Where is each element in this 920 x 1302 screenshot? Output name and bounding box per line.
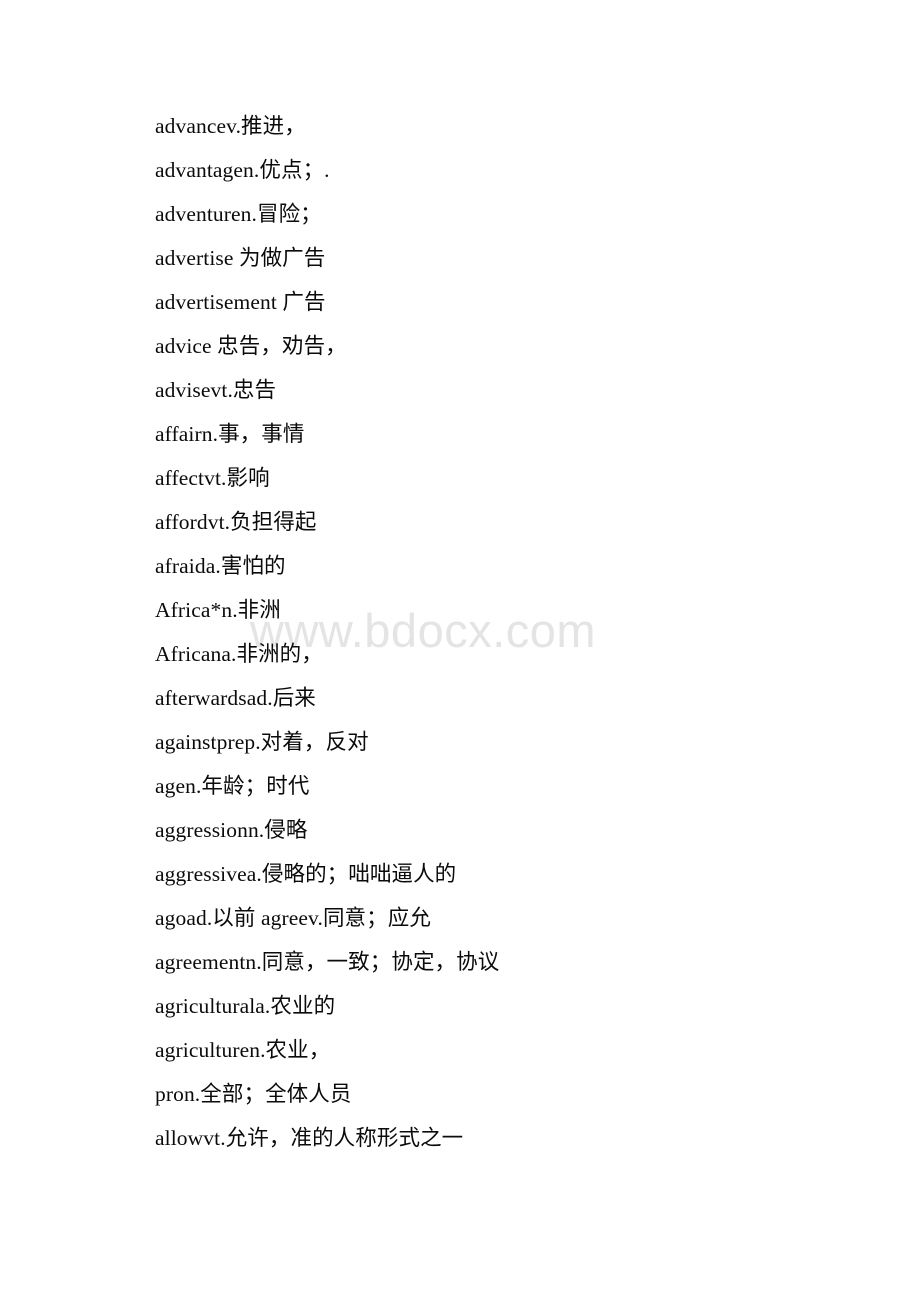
list-item: Africa*n.非洲 (155, 598, 281, 622)
list-item: advertisement 广告 (155, 290, 326, 314)
list-item: affordvt.负担得起 (155, 510, 317, 534)
list-item: agoad.以前 agreev.同意；应允 (155, 906, 431, 930)
list-item: aggressionn.侵略 (155, 818, 308, 842)
list-item: advisevt.忠告 (155, 378, 277, 402)
list-item: agriculturala.农业的 (155, 994, 336, 1018)
list-item: allowvt.允许，准的人称形式之一 (155, 1126, 464, 1150)
list-item: advice 忠告，劝告， (155, 334, 347, 358)
list-item: Africana.非洲的， (155, 642, 323, 666)
list-item: advancev.推进， (155, 114, 306, 138)
list-item: affectvt.影响 (155, 466, 270, 490)
list-item: afterwardsad.后来 (155, 686, 316, 710)
list-item: adventuren.冒险； (155, 202, 322, 226)
list-item: advertise 为做广告 (155, 246, 326, 270)
list-item: agriculturen.农业， (155, 1038, 331, 1062)
list-item: advantagen.优点；. (155, 158, 330, 182)
vocabulary-list: advancev.推进， advantagen.优点；. adventuren.… (0, 0, 920, 1160)
list-item: aggressivea.侵略的；咄咄逼人的 (155, 862, 457, 886)
list-item: againstprep.对着，反对 (155, 730, 369, 754)
list-item: afraida.害怕的 (155, 554, 286, 578)
list-item: agen.年龄；时代 (155, 774, 310, 798)
list-item: affairn.事，事情 (155, 422, 305, 446)
document-page: www.bdocx.com advancev.推进， advantagen.优点… (0, 0, 920, 1302)
list-item: agreementn.同意，一致；协定，协议 (155, 950, 500, 974)
list-item: pron.全部；全体人员 (155, 1082, 352, 1106)
